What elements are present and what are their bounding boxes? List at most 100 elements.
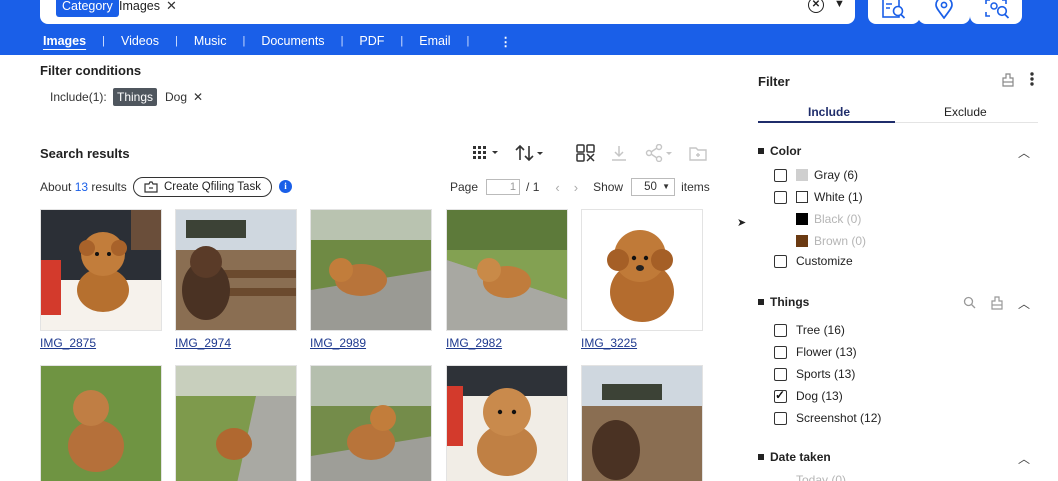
tab-separator: |: [174, 35, 178, 47]
tab-documents[interactable]: Documents: [261, 34, 324, 48]
file-type-tabs: Images | Videos | Music | Documents | PD…: [43, 33, 512, 49]
grid-view-icon[interactable]: [472, 144, 502, 160]
info-icon[interactable]: i: [279, 180, 292, 193]
image-name-link[interactable]: IMG_2989: [310, 336, 366, 350]
things-option-flower[interactable]: Flower (13): [774, 344, 857, 360]
about-prefix: About: [40, 180, 72, 194]
image-name-link[interactable]: IMG_2875: [40, 336, 96, 350]
tab-separator: |: [102, 35, 105, 47]
search-dropdown-icon[interactable]: ▼: [834, 0, 845, 10]
result-count: About 13 results: [40, 180, 127, 194]
image-thumbnail[interactable]: [310, 209, 432, 331]
more-types-icon[interactable]: ⋮: [499, 34, 511, 49]
tab-images[interactable]: Images: [43, 34, 86, 48]
things-checkbox[interactable]: [774, 411, 787, 425]
download-icon: [612, 146, 626, 161]
face-search-button[interactable]: [970, 0, 1022, 24]
clear-filter-icon[interactable]: [991, 296, 1003, 310]
next-page-icon[interactable]: ›: [574, 180, 578, 195]
dog-photo: [582, 366, 702, 481]
location-button[interactable]: [918, 0, 970, 24]
dog-photo: [176, 210, 296, 330]
condition-value: Dog ✕: [165, 90, 203, 104]
image-thumbnail[interactable]: [446, 365, 568, 481]
tab-separator: |: [400, 35, 404, 47]
color-option-gray[interactable]: Gray (6): [774, 167, 858, 183]
clear-filter-icon[interactable]: [1002, 73, 1014, 87]
date-taken-section-title[interactable]: Date taken: [758, 450, 831, 464]
color-checkbox: [774, 235, 787, 248]
things-option-screenshot[interactable]: Screenshot (12): [774, 410, 881, 426]
active-tab-indicator: [758, 121, 895, 123]
result-count-number: 13: [74, 180, 89, 194]
color-checkbox[interactable]: [774, 168, 787, 182]
show-label: Show: [593, 180, 624, 194]
color-option-white[interactable]: White (1): [774, 189, 863, 205]
tab-include[interactable]: Include: [808, 105, 850, 119]
sort-icon[interactable]: [514, 144, 546, 162]
tab-email[interactable]: Email: [419, 34, 450, 48]
things-option-tree[interactable]: Tree (16): [774, 322, 845, 338]
image-thumbnail[interactable]: [175, 209, 297, 331]
page-label: Page: [450, 180, 479, 194]
image-thumbnail[interactable]: [40, 209, 162, 331]
image-thumbnail[interactable]: [446, 209, 568, 331]
search-icon[interactable]: [963, 296, 976, 309]
customize-label: Customize: [796, 254, 853, 268]
more-options-icon[interactable]: [1029, 71, 1035, 87]
things-section-title[interactable]: Things: [758, 295, 809, 309]
tab-videos[interactable]: Videos: [121, 34, 159, 48]
page-number-input[interactable]: 1: [486, 179, 521, 195]
color-checkbox[interactable]: [774, 254, 787, 268]
search-box[interactable]: Category Images ✕ ✕ ▼: [40, 0, 855, 24]
color-section-title[interactable]: Color: [758, 144, 801, 158]
image-thumbnail[interactable]: [581, 365, 703, 481]
dog-photo: [447, 210, 567, 330]
dog-photo: [41, 366, 161, 481]
tab-music[interactable]: Music: [194, 34, 227, 48]
things-option-sports[interactable]: Sports (13): [774, 366, 855, 382]
create-qfiling-task-button[interactable]: Create Qfiling Task: [133, 177, 272, 197]
tab-pdf[interactable]: PDF: [359, 34, 384, 48]
category-chip[interactable]: Category: [56, 0, 119, 17]
prev-page-icon[interactable]: ‹: [555, 180, 559, 195]
image-thumbnail[interactable]: [581, 209, 703, 331]
tab-separator: |: [242, 35, 246, 47]
color-option-customize[interactable]: Customize: [774, 253, 853, 269]
color-checkbox[interactable]: [774, 190, 787, 204]
things-checkbox[interactable]: [774, 345, 787, 359]
things-checkbox[interactable]: [774, 323, 787, 337]
image-name-link[interactable]: IMG_3225: [581, 336, 637, 350]
things-option-label: Flower (13): [796, 345, 857, 359]
collapse-color-icon[interactable]: ︿: [1018, 144, 1030, 161]
color-option-label: Brown (0): [814, 234, 867, 248]
things-option-label: Dog (13): [796, 389, 843, 403]
clear-search-icon[interactable]: ✕: [808, 0, 824, 13]
remove-token-icon[interactable]: ✕: [166, 0, 177, 13]
page-size-select[interactable]: 50 ▼: [631, 178, 676, 196]
image-search-button[interactable]: [868, 0, 920, 24]
image-thumbnail[interactable]: [310, 365, 432, 481]
things-checkbox-checked[interactable]: [774, 388, 787, 403]
include-count-label: Include(1):: [50, 90, 107, 104]
page-size-value: 50: [644, 181, 657, 193]
date-checkbox: [774, 474, 787, 481]
dog-photo: [311, 366, 431, 481]
tab-exclude[interactable]: Exclude: [944, 105, 987, 119]
date-option-today: Today (0): [774, 472, 846, 481]
remove-condition-icon[interactable]: ✕: [193, 90, 203, 104]
color-checkbox: [774, 213, 787, 226]
thumbnail-view-icon[interactable]: [576, 144, 596, 162]
image-name-link[interactable]: IMG_2982: [446, 336, 502, 350]
collapse-date-icon[interactable]: ︿: [1018, 450, 1030, 467]
image-name-link[interactable]: IMG_2974: [175, 336, 231, 350]
things-checkbox[interactable]: [774, 367, 787, 381]
filter-panel-title: Filter: [758, 74, 790, 89]
mouse-cursor-icon: ➤: [737, 217, 747, 229]
image-thumbnail[interactable]: [40, 365, 162, 481]
chevron-down-icon: ▼: [662, 182, 671, 191]
collapse-things-icon[interactable]: ︿: [1018, 295, 1030, 312]
things-option-dog[interactable]: Dog (13): [774, 388, 843, 404]
image-thumbnail[interactable]: [175, 365, 297, 481]
condition-value-label: Dog: [165, 90, 188, 104]
